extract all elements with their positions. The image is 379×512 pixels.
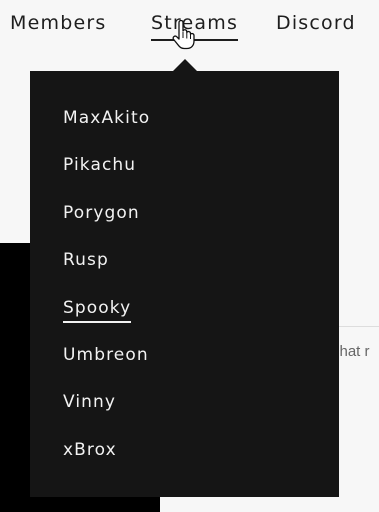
hand-pointer-icon <box>172 20 195 50</box>
dropdown-item-label: Pikachu <box>63 155 137 176</box>
dropdown-item-label: Porygon <box>63 202 140 223</box>
dropdown-item-umbreon[interactable]: Umbreon <box>63 344 150 391</box>
streams-dropdown-list: MaxAkito Pikachu Porygon Rusp Spooky Umb… <box>63 107 150 486</box>
dropdown-item-xbrox[interactable]: xBrox <box>63 439 150 486</box>
dropdown-item-label: MaxAkito <box>63 108 151 128</box>
page: Members Streams Discord chat r MaxAkito … <box>0 0 379 512</box>
nav-link-discord[interactable]: Discord <box>276 11 356 35</box>
dropdown-item-maxakito[interactable]: MaxAkito <box>63 107 150 154</box>
nav-link-members[interactable]: Members <box>10 11 106 35</box>
dropdown-item-label: Rusp <box>63 250 109 271</box>
dropdown-item-porygon[interactable]: Porygon <box>63 202 150 249</box>
dropdown-item-vinny[interactable]: Vinny <box>63 391 150 438</box>
dropdown-caret <box>173 59 197 71</box>
dropdown-item-spooky[interactable]: Spooky <box>63 297 150 344</box>
dropdown-item-label: Umbreon <box>63 344 149 365</box>
dropdown-item-pikachu[interactable]: Pikachu <box>63 154 150 201</box>
dropdown-item-rusp[interactable]: Rusp <box>63 249 150 296</box>
streams-dropdown-menu: MaxAkito Pikachu Porygon Rusp Spooky Umb… <box>30 71 339 497</box>
dropdown-item-label: xBrox <box>63 439 117 460</box>
dropdown-item-label: Spooky <box>63 297 132 323</box>
dropdown-item-label: Vinny <box>63 392 117 413</box>
